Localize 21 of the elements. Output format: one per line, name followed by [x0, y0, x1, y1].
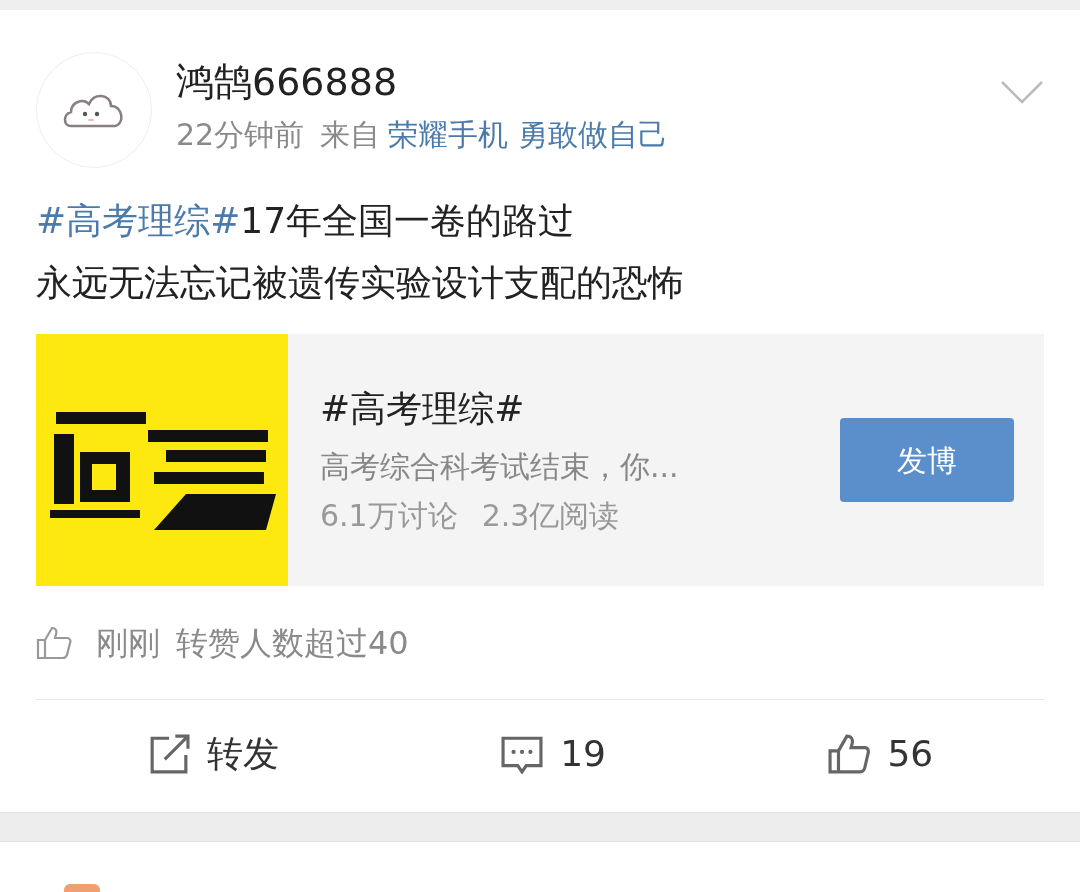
source-label: 来自: [320, 115, 381, 154]
thumbs-up-icon: [827, 734, 872, 774]
source-link[interactable]: 荣耀手机 勇敢做自己: [388, 111, 668, 157]
notice-time: 刚刚: [96, 622, 160, 664]
comment-icon: [500, 734, 545, 774]
topic-description: 高考综合科考试结束，你...: [320, 448, 680, 486]
post-time: 22分钟前: [176, 115, 305, 154]
read-count: 2.3亿阅读: [481, 497, 620, 535]
post-text: 永远无法忘记被遗传实验设计支配的恐怖: [36, 261, 685, 305]
discussion-count: 6.1万讨论: [320, 497, 458, 535]
topic-link[interactable]: #高考理综#: [36, 200, 241, 241]
avatar: [64, 884, 100, 892]
username[interactable]: 鸿鹄666888: [176, 60, 1000, 106]
topic-title: #高考理综#: [320, 387, 526, 431]
comment-action[interactable]: 19: [389, 727, 717, 781]
topic-card[interactable]: #高考理综# 高考综合科考试结束，你... 6.1万讨论 2.3亿阅读 发博: [36, 334, 1044, 586]
notice-text: 转赞人数超过40: [176, 622, 409, 664]
thumbs-up-icon: [36, 625, 72, 660]
repost-action[interactable]: 转发: [36, 727, 390, 781]
like-action[interactable]: 56: [716, 727, 1044, 781]
post-text: #高考理综#17年全国一卷的路过: [36, 199, 576, 243]
